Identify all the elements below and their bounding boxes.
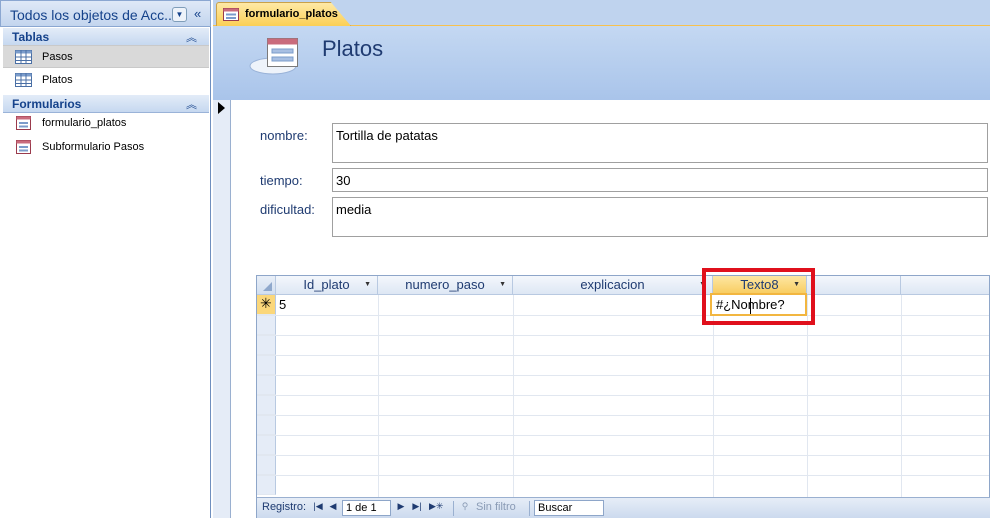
table-icon (15, 73, 32, 87)
tiempo-field[interactable]: 30 (332, 168, 988, 192)
column-header-id-plato[interactable]: Id_plato ▼ (276, 276, 378, 295)
record-selector[interactable] (213, 100, 231, 518)
select-all-icon (263, 282, 272, 291)
dificultad-label: dificultad: (260, 202, 315, 217)
record-label: Registro: (262, 501, 307, 513)
nav-item-platos[interactable]: Platos (3, 69, 209, 92)
group-title: Formularios (12, 97, 82, 111)
last-record-button[interactable]: ▶| (411, 501, 423, 512)
form-logo-icon (249, 38, 298, 75)
column-header-label: explicacion (580, 277, 645, 292)
grid-line (807, 295, 808, 498)
grid-line (257, 435, 989, 436)
nav-item-subformulario-pasos[interactable]: Subformulario Pasos (3, 136, 209, 159)
new-record-icon: ✳ (260, 295, 272, 311)
search-input[interactable]: Buscar (534, 500, 604, 516)
grid-line (713, 295, 714, 498)
filter-icon[interactable]: ⚲ (459, 501, 471, 512)
column-header-empty (807, 276, 901, 295)
grid-line (257, 315, 989, 316)
grid-line (257, 375, 989, 376)
nav-item-label: Subformulario Pasos (42, 141, 145, 153)
nav-item-label: formulario_platos (42, 117, 127, 129)
grid-line (257, 355, 989, 356)
row-selector (257, 415, 276, 435)
nombre-field[interactable]: Tortilla de patatas (332, 123, 988, 163)
collapse-group-icon[interactable]: ︽ (186, 29, 197, 45)
nav-item-pasos[interactable]: Pasos (3, 45, 209, 68)
row-selector (257, 355, 276, 375)
current-record-input[interactable]: 1 de 1 (342, 500, 391, 516)
grid-line (257, 415, 989, 416)
select-all-corner[interactable] (257, 276, 276, 295)
tiempo-label: tiempo: (260, 173, 303, 188)
chevron-down-icon[interactable]: ▼ (364, 276, 371, 294)
nombre-label: nombre: (260, 128, 308, 143)
table-icon (15, 50, 32, 64)
nav-pane-title[interactable]: Todos los objetos de Acc... (10, 7, 176, 23)
row-selector (257, 455, 276, 475)
separator (453, 501, 454, 516)
nav-pane-header[interactable]: Todos los objetos de Acc... ▼ « (0, 0, 211, 27)
grid-line (257, 395, 989, 396)
tab-formulario-platos[interactable]: formulario_platos (216, 2, 351, 26)
chevron-down-icon[interactable]: ▼ (499, 276, 506, 294)
navigation-pane: Todos los objetos de Acc... ▼ « Tablas ︽… (0, 0, 211, 518)
separator (529, 501, 530, 516)
subform-datasheet[interactable]: Id_plato ▼ numero_paso ▼ explicacion ▼ T… (256, 275, 990, 518)
cell-id-plato[interactable]: 5 (279, 297, 286, 312)
row-selector (257, 315, 276, 335)
collapse-pane-icon[interactable]: « (194, 6, 201, 21)
previous-record-button[interactable]: ◀ (327, 501, 339, 512)
document-tab-strip: formulario_platos (213, 0, 990, 26)
tab-label: formulario_platos (245, 8, 338, 20)
next-record-button[interactable]: ▶ (395, 501, 407, 512)
nav-item-label: Pasos (42, 51, 73, 63)
form-icon (16, 116, 31, 130)
column-header-empty (901, 276, 989, 295)
row-selector (257, 395, 276, 415)
form-icon (16, 140, 31, 154)
chevron-down-icon[interactable]: ▼ (172, 7, 187, 22)
nav-item-label: Platos (42, 74, 73, 86)
row-selector (257, 475, 276, 495)
collapse-group-icon[interactable]: ︽ (186, 96, 197, 112)
row-selector (257, 375, 276, 395)
column-header-explicacion[interactable]: explicacion ▼ (513, 276, 713, 295)
dificultad-field[interactable]: media (332, 197, 988, 237)
grid-line (257, 455, 989, 456)
group-header-tablas[interactable]: Tablas ︽ (3, 28, 209, 46)
highlight-annotation-box (702, 268, 815, 325)
grid-line (257, 475, 989, 476)
grid-line (513, 295, 514, 498)
nav-item-formulario-platos[interactable]: formulario_platos (3, 112, 209, 135)
grid-line (378, 295, 379, 498)
record-navigation-bar: Registro: |◀ ◀ 1 de 1 ▶ ▶| ▶✳ ⚲ Sin filt… (257, 497, 990, 518)
form-icon (223, 8, 239, 21)
row-selector (257, 335, 276, 355)
column-header-numero-paso[interactable]: numero_paso ▼ (378, 276, 513, 295)
grid-line (257, 335, 989, 336)
row-selector (257, 435, 276, 455)
current-record-arrow-icon (218, 102, 225, 114)
no-filter-button[interactable]: Sin filtro (476, 501, 516, 513)
group-header-formularios[interactable]: Formularios ︽ (3, 95, 209, 113)
form-title: Platos (322, 36, 384, 61)
column-header-label: numero_paso (405, 277, 485, 292)
new-row-selector[interactable]: ✳ (257, 295, 276, 315)
column-header-label: Id_plato (303, 277, 350, 292)
group-title: Tablas (12, 30, 50, 44)
form-header: Platos (213, 26, 990, 100)
grid-line (901, 295, 902, 498)
new-record-button[interactable]: ▶✳ (429, 501, 443, 512)
first-record-button[interactable]: |◀ (312, 501, 324, 512)
